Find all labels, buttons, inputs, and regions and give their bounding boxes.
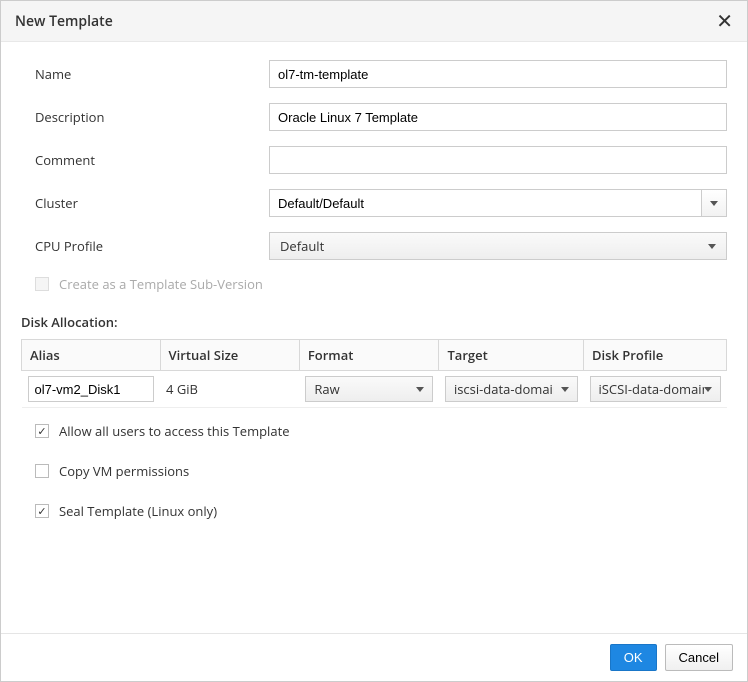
cpu-profile-select[interactable]: Default — [269, 232, 727, 260]
table-header-row: Alias Virtual Size Format Target Disk Pr… — [22, 340, 727, 371]
disk-format-value: Raw — [314, 380, 339, 398]
copy-vm-permissions-label: Copy VM permissions — [59, 462, 189, 480]
chevron-down-icon — [704, 387, 712, 392]
disk-target-select[interactable]: iscsi-data-domain — [445, 376, 578, 402]
create-subversion-label: Create as a Template Sub-Version — [59, 275, 263, 293]
disk-format-select[interactable]: Raw — [305, 376, 433, 402]
check-icon: ✓ — [37, 426, 46, 437]
name-field[interactable] — [269, 60, 727, 88]
chevron-down-icon — [416, 387, 424, 392]
chevron-down-icon — [561, 387, 569, 392]
description-field[interactable] — [269, 103, 727, 131]
name-label: Name — [21, 65, 269, 83]
col-virtual-size: Virtual Size — [160, 340, 299, 371]
create-subversion-checkbox — [35, 277, 49, 291]
cancel-button[interactable]: Cancel — [665, 644, 733, 671]
seal-template-checkbox[interactable]: ✓ — [35, 504, 49, 518]
copy-vm-permissions-checkbox[interactable] — [35, 464, 49, 478]
dialog-footer: OK Cancel — [1, 633, 747, 681]
comment-label: Comment — [21, 151, 269, 169]
disk-profile-value: iSCSI-data-domain — [599, 380, 704, 398]
allow-all-users-label: Allow all users to access this Template — [59, 422, 290, 440]
chevron-down-icon — [708, 244, 716, 249]
close-icon[interactable]: ✕ — [716, 11, 733, 31]
disk-allocation-table: Alias Virtual Size Format Target Disk Pr… — [21, 339, 727, 408]
chevron-down-icon — [710, 201, 718, 206]
description-label: Description — [21, 108, 269, 126]
disk-allocation-label: Disk Allocation: — [21, 313, 727, 331]
cpu-profile-value: Default — [280, 237, 324, 255]
ok-button[interactable]: OK — [610, 644, 657, 671]
disk-alias-field[interactable] — [28, 376, 155, 402]
allow-all-users-checkbox[interactable]: ✓ — [35, 424, 49, 438]
dialog-header: New Template ✕ — [1, 1, 747, 42]
comment-field[interactable] — [269, 146, 727, 174]
dialog-title: New Template — [15, 12, 113, 31]
disk-target-value: iscsi-data-domain — [454, 380, 554, 398]
table-row: 4 GiB Raw iscsi-data-domain iSCSI-data — [22, 371, 727, 408]
col-disk-profile: Disk Profile — [584, 340, 727, 371]
disk-profile-select[interactable]: iSCSI-data-domain — [590, 376, 721, 402]
col-target: Target — [439, 340, 584, 371]
dialog-body: Name Description Comment Cluster CPU Pro… — [1, 42, 747, 633]
col-format: Format — [299, 340, 439, 371]
cpu-profile-label: CPU Profile — [21, 237, 269, 255]
col-alias: Alias — [22, 340, 161, 371]
cluster-field[interactable] — [269, 189, 701, 217]
cluster-dropdown-button[interactable] — [701, 189, 727, 217]
check-icon: ✓ — [37, 506, 46, 517]
disk-virtual-size: 4 GiB — [160, 371, 299, 408]
seal-template-label: Seal Template (Linux only) — [59, 502, 217, 520]
cluster-label: Cluster — [21, 194, 269, 212]
